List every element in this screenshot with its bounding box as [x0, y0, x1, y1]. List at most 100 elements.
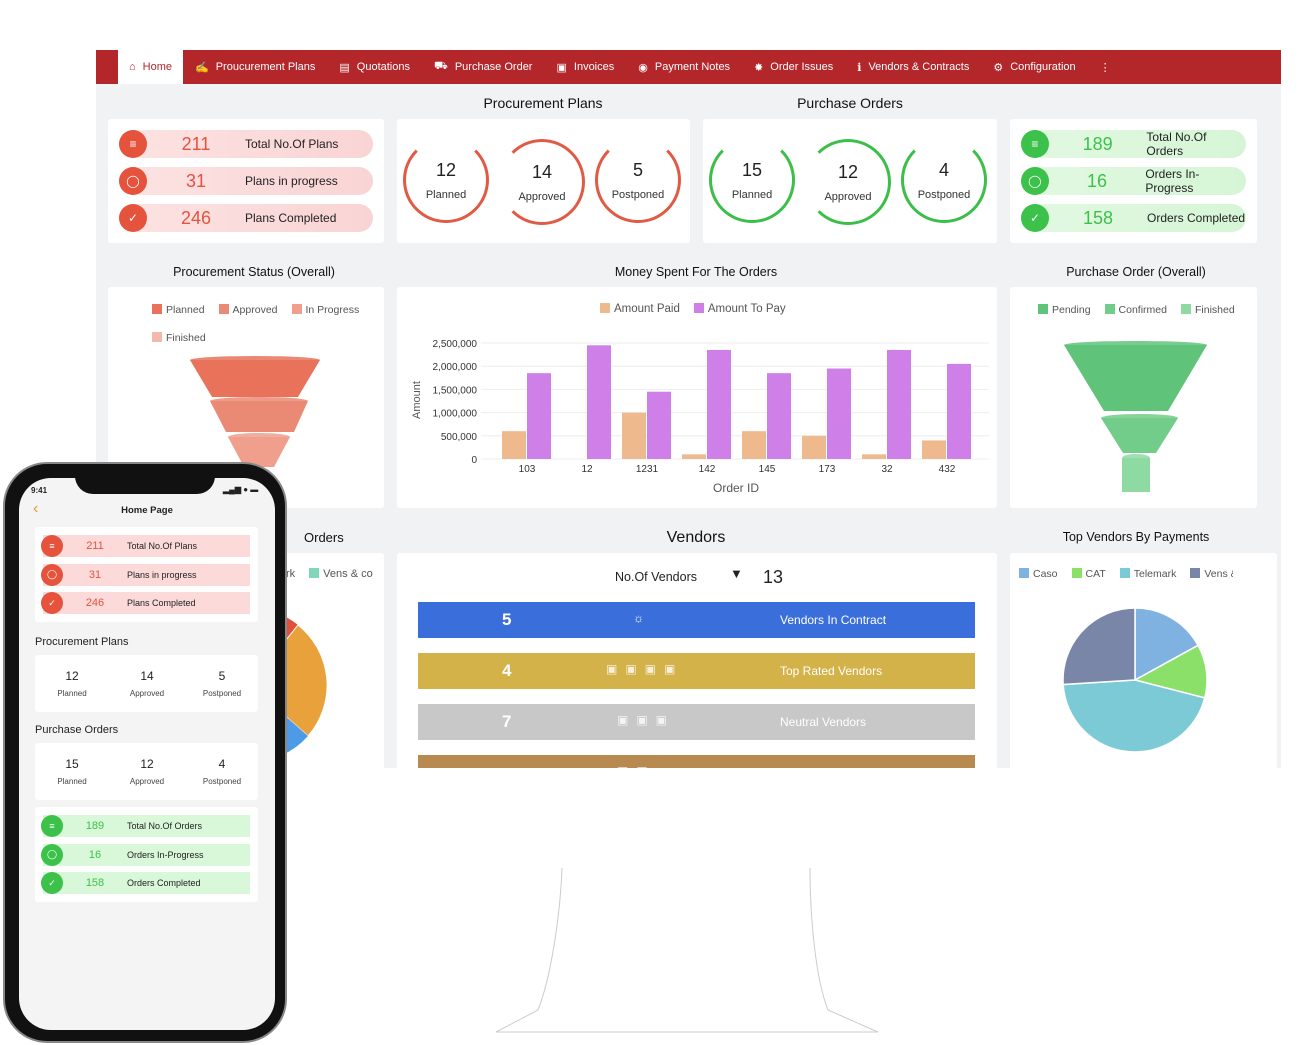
po-funnel-chart — [1064, 341, 1207, 492]
sliders-icon: ≡ — [1021, 130, 1049, 158]
stat-value: 189 — [1082, 133, 1113, 154]
funnel-segment-top — [1122, 454, 1150, 462]
vertical-dots-icon[interactable]: ⋮ — [1088, 50, 1123, 84]
nav-item-configuration[interactable]: ⚙ Configuration — [981, 50, 1087, 84]
section-title-procurement-status: Procurement Status (Overall) — [173, 265, 335, 279]
x-tick-label: 103 — [519, 464, 536, 475]
phone-count: 12 Approved — [129, 757, 165, 786]
handshake-icon: ☼ — [633, 611, 652, 625]
ring-value: 15 — [741, 159, 763, 180]
tie-icon: ▼ — [730, 566, 743, 581]
sliders-icon: ≡ — [41, 535, 63, 557]
nav-item-invoices[interactable]: ▣ Invoices — [544, 50, 626, 84]
stat-pill: ✓ 246 Plans Completed — [119, 204, 373, 232]
phone-count: 5 Postponed — [202, 669, 242, 698]
nav-item-quotations[interactable]: ▤ Quotations — [327, 50, 422, 84]
vendor-row[interactable]: 7 ▣▣▣ Neutral Vendors — [418, 704, 975, 740]
vendor-row[interactable]: ▣▣ — [418, 755, 975, 768]
nav-item-home[interactable]: ⌂ Home — [118, 50, 183, 84]
phone-orders-counts: 15 Planned 12 Approved 4 Postponed — [35, 743, 258, 800]
nav-item-purchase-order[interactable]: ⛟ Purchase Order — [422, 50, 545, 84]
funnel-segment — [1064, 345, 1207, 411]
truck-icon: ⛟ — [433, 60, 448, 72]
funnel-segment — [190, 360, 320, 397]
bar-amount-paid — [502, 431, 526, 459]
section-title-orders: Orders — [304, 530, 344, 545]
monitor-stand — [495, 867, 879, 1033]
progress-circle-icon: ◯ — [119, 167, 147, 195]
hand-icon: ✍ — [195, 61, 209, 74]
home-icon: ⌂ — [129, 61, 136, 73]
stat-label: Total No.Of Plans — [245, 137, 339, 151]
nav-item-vendors-contracts[interactable]: ℹ Vendors & Contracts — [845, 50, 981, 84]
ring-stat: 4 Postponed — [901, 137, 987, 223]
ring-value: 4 — [938, 159, 949, 180]
funnel-segment-top — [190, 356, 320, 364]
ring-value: 12 — [837, 161, 859, 182]
vendor-row-label: Top Rated Vendors — [780, 664, 883, 678]
vendor-row[interactable]: 5 ☼ Vendors In Contract — [418, 602, 975, 638]
ring-label: Approved — [824, 190, 872, 203]
ring-label: Approved — [518, 190, 566, 203]
vendor-row-count: 7 — [502, 712, 512, 731]
nav-item-order-issues[interactable]: ✸ Order Issues — [742, 50, 845, 84]
phone-mockup: 9:41 ▂▄▆ ● ▬ ‹ Home Page ≡ 211 Total No.Of… — [3, 462, 287, 1043]
bug-icon: ✸ — [754, 61, 764, 74]
money-spent-card: Amount Paid Amount To Pay 0 500,000 1,000,0… — [397, 287, 997, 508]
clipboard-icon: ▤ — [339, 61, 350, 74]
plans-rings-card: 12 Planned 14 Approved 5 Postponed — [397, 119, 690, 243]
bar-amount-to-pay — [887, 349, 911, 459]
bar-amount-to-pay — [707, 349, 731, 459]
status-icons: ▂▄▆ ● ▬ — [223, 485, 259, 494]
po-funnel-card: Pending Confirmed Finished — [1010, 287, 1257, 508]
funnel-segment-top — [228, 433, 290, 441]
check-circle-icon: ✓ — [1021, 204, 1049, 232]
section-title-purchase-order-overall: Purchase Order (Overall) — [1066, 265, 1206, 279]
x-axis-label: Order ID — [713, 481, 759, 495]
stat-value: 158 — [1082, 207, 1114, 228]
nav-item-payment-notes[interactable]: ◉ Payment Notes — [626, 50, 742, 84]
ring-stat: 15 Planned — [709, 137, 795, 223]
phone-notch — [75, 464, 215, 494]
x-tick-label: 432 — [939, 464, 956, 475]
y-tick-label: 2,000,000 — [433, 362, 478, 373]
section-title-vendors: Vendors — [666, 529, 726, 546]
star-icon: ▣▣▣ — [617, 713, 676, 727]
vendor-row-count: 4 — [502, 661, 512, 680]
phone-stat-pill: ✓ 246 Plans Completed — [41, 592, 250, 614]
bar-amount-paid — [622, 412, 646, 459]
bar-amount-to-pay — [587, 345, 611, 459]
nav-item-proucurement-plans[interactable]: ✍ Proucurement Plans — [183, 50, 327, 84]
sliders-icon: ≡ — [41, 815, 63, 837]
stat-pill: ◯ 31 Plans in progress — [119, 167, 373, 195]
vendor-row[interactable]: 4 ▣▣▣▣ Top Rated Vendors — [418, 653, 975, 689]
y-tick-label: 500,000 — [441, 432, 478, 443]
gear-icon: ⚙ — [993, 61, 1004, 74]
stat-label: Plans in progress — [245, 174, 338, 188]
check-circle-icon: ✓ — [41, 872, 63, 894]
vendor-count-label: No.Of Vendors — [615, 570, 697, 584]
stat-label: Orders Completed — [1147, 211, 1246, 225]
phone-count: 15 Planned — [57, 757, 87, 786]
phone-title: Home Page — [121, 505, 173, 516]
pie-slice-vens — [1062, 607, 1136, 686]
phone-plans-title: Procurement Plans — [35, 636, 129, 648]
phone-count: 12 Planned — [57, 669, 87, 698]
ring-label: Postponed — [917, 188, 971, 201]
bar-amount-to-pay — [827, 368, 851, 459]
stat-label: Orders In-Progress — [1145, 167, 1200, 195]
y-tick-label: 0 — [471, 455, 477, 466]
phone-orders-title: Purchase Orders — [35, 724, 119, 736]
stat-label: Total No.Of Orders — [1146, 130, 1207, 158]
ring-stat: 12 Approved — [805, 139, 891, 225]
vendor-count: 13 — [763, 567, 784, 587]
plans-stats-card: ≡ 211 Total No.Of Plans ◯ 31 Plans in progres… — [108, 119, 384, 243]
money-icon: ◉ — [638, 61, 648, 74]
ring-value: 12 — [435, 159, 457, 180]
funnel-segment-top — [1101, 414, 1178, 422]
star-icon: ▣▣ — [617, 764, 656, 768]
phone-stat-pill: ◯ 31 Plans in progress — [41, 563, 250, 586]
bar-amount-paid — [922, 440, 946, 459]
progress-circle-icon: ◯ — [41, 563, 63, 586]
check-circle-icon: ✓ — [119, 204, 147, 232]
